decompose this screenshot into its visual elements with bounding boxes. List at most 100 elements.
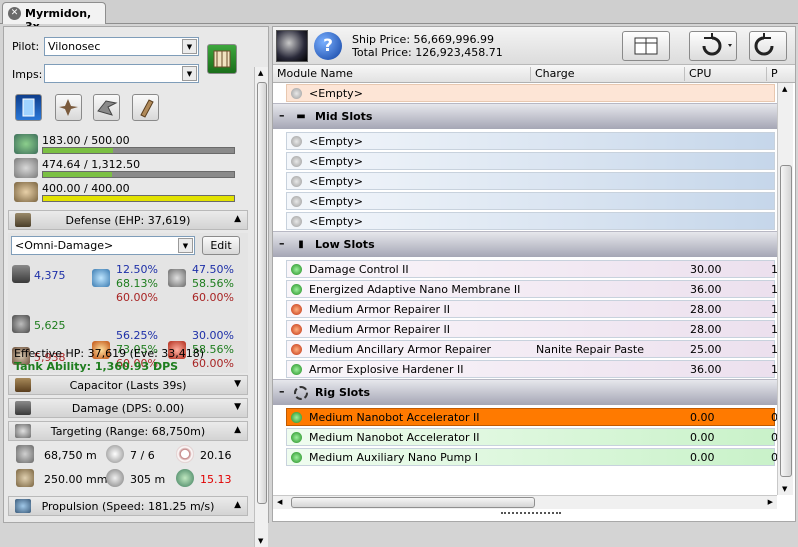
resize-grip[interactable] — [501, 512, 561, 518]
calibration-value: 400.00 / 400.00 — [42, 182, 130, 195]
table-row[interactable]: <Empty> — [286, 84, 775, 102]
empty-slot-icon — [291, 196, 302, 207]
shield-hp-icon — [12, 265, 30, 283]
collapse-icon[interactable]: – — [279, 237, 285, 250]
imps-select[interactable]: ▼ — [44, 64, 199, 83]
warp-strength: 15.13 — [200, 473, 232, 486]
scroll-left-icon[interactable]: ◀ — [277, 498, 282, 506]
ship-stats-icon — [22, 98, 35, 117]
targeting-section-header[interactable]: Targeting (Range: 68,750m) ▲ — [8, 421, 248, 441]
damage-profile-select[interactable]: <Omni-Damage> ▼ — [11, 236, 195, 255]
col-power[interactable]: P — [767, 67, 795, 81]
scroll-up-icon[interactable]: ▲ — [258, 69, 263, 77]
scrollbar-thumb[interactable] — [257, 82, 267, 504]
table-row[interactable]: Medium Nanobot Accelerator II 0.00 0 — [286, 428, 778, 446]
cpu-value: 36.00 — [690, 283, 722, 296]
module-name: <Empty> — [309, 155, 363, 168]
help-icon[interactable]: ? — [314, 32, 342, 60]
toggle-layout-button[interactable] — [622, 31, 670, 61]
table-row[interactable]: <Empty> — [286, 132, 775, 150]
empty-slot-icon — [291, 156, 302, 167]
armor-repair-icon[interactable] — [291, 344, 302, 355]
table-row[interactable]: <Empty> — [286, 212, 775, 230]
defense-title: Defense (EHP: 37,619) — [65, 214, 191, 227]
cpu-value: 28.00 — [690, 303, 722, 316]
col-module-name[interactable]: Module Name — [273, 67, 531, 81]
module-name: Medium Nanobot Accelerator II — [309, 431, 480, 444]
damage-title: Damage (DPS: 0.00) — [71, 402, 185, 415]
empty-slot-icon — [291, 216, 302, 227]
edit-profile-button[interactable]: Edit — [202, 236, 240, 255]
warp-icon — [176, 469, 194, 487]
armor-repair-icon[interactable] — [291, 324, 302, 335]
table-row[interactable]: Armor Explosive Hardener II 36.00 1 — [286, 360, 778, 378]
targeting-title: Targeting (Range: 68,750m) — [50, 425, 206, 438]
armor-repair-icon[interactable] — [291, 304, 302, 315]
shield-ki: 60.00% — [116, 291, 158, 304]
mid-slots-group[interactable]: – ▬ Mid Slots — [273, 103, 777, 129]
close-icon[interactable]: ✕ — [8, 7, 21, 20]
propulsion-section-header[interactable]: Propulsion (Speed: 181.25 m/s) ▲ — [8, 496, 248, 516]
module-online-icon[interactable] — [291, 432, 302, 443]
table-row[interactable]: Medium Armor Repairer II 28.00 1 — [286, 320, 778, 338]
effective-hp: Effective HP: 37,619 (Eve: 33,418) — [14, 347, 205, 360]
pilot-label: Pilot: — [12, 40, 40, 53]
module-list-hscrollbar[interactable]: ◀ ▶ — [273, 495, 777, 509]
module-online-icon[interactable] — [291, 452, 302, 463]
capacitor-section-header[interactable]: Capacitor (Lasts 39s) ▼ — [8, 375, 248, 395]
scroll-down-icon[interactable]: ▼ — [782, 485, 787, 493]
chevron-up-icon: ▲ — [234, 214, 241, 224]
hscrollbar-thumb[interactable] — [291, 497, 535, 508]
tab-bar: ✕ Myrmidon, 3x — [0, 0, 798, 33]
table-row[interactable]: Medium Armor Repairer II 28.00 1 — [286, 300, 778, 318]
boosters-view-button[interactable] — [132, 94, 159, 121]
module-online-icon[interactable] — [291, 364, 302, 375]
undo-button[interactable] — [689, 31, 737, 61]
table-row[interactable]: Medium Ancillary Armor Repairer Nanite Re… — [286, 340, 778, 358]
redo-button[interactable] — [749, 31, 787, 61]
table-row[interactable]: <Empty> — [286, 152, 775, 170]
col-cpu[interactable]: CPU — [685, 67, 767, 81]
table-row[interactable]: Energized Adaptive Nano Membrane II 36.00… — [286, 280, 778, 298]
fighters-view-button[interactable] — [93, 94, 120, 121]
defense-section-header[interactable]: Defense (EHP: 37,619) ▲ — [8, 210, 248, 230]
scroll-right-icon[interactable]: ▶ — [768, 498, 773, 506]
targeting-range: 68,750 m — [44, 449, 97, 462]
implant-set-button[interactable] — [207, 44, 237, 74]
left-scrollbar[interactable]: ▲ ▼ — [254, 67, 268, 547]
damage-section-header[interactable]: Damage (DPS: 0.00) ▼ — [8, 398, 248, 418]
collapse-icon[interactable]: – — [279, 385, 285, 398]
rig-slot-icon — [294, 386, 308, 400]
sensor-range: 305 m — [130, 473, 166, 486]
tab-fit[interactable]: ✕ Myrmidon, 3x — [2, 2, 106, 33]
drones-view-button[interactable] — [55, 94, 82, 121]
hull-ex: 30.00% — [192, 329, 234, 342]
table-row[interactable]: <Empty> — [286, 192, 775, 210]
rig-slots-group[interactable]: – Rig Slots — [273, 379, 777, 405]
col-charge[interactable]: Charge — [531, 67, 685, 81]
low-slots-group[interactable]: – ▮ Low Slots — [273, 231, 777, 257]
scroll-down-icon[interactable]: ▼ — [258, 537, 263, 545]
drone-icon — [59, 99, 78, 116]
scrollbar-thumb[interactable] — [780, 165, 792, 477]
module-online-icon[interactable] — [291, 412, 302, 423]
low-slots-title: Low Slots — [315, 238, 375, 251]
table-row[interactable]: Medium Nanobot Accelerator II 0.00 0 — [286, 408, 778, 426]
chevron-down-icon: ▼ — [234, 402, 241, 412]
ship-render — [276, 30, 308, 62]
module-online-icon[interactable] — [291, 284, 302, 295]
table-row[interactable]: Medium Auxiliary Nano Pump I 0.00 0 — [286, 448, 778, 466]
module-name: <Empty> — [309, 195, 363, 208]
cpu-value: 183.00 / 500.00 — [42, 134, 130, 147]
scroll-up-icon[interactable]: ▲ — [782, 85, 787, 93]
table-row[interactable]: Damage Control II 30.00 1 — [286, 260, 778, 278]
module-list-scrollbar[interactable]: ▲ ▼ — [777, 83, 793, 495]
table-row[interactable]: <Empty> — [286, 172, 775, 190]
undo-icon — [702, 33, 732, 56]
collapse-icon[interactable]: – — [279, 109, 285, 122]
stats-view-button[interactable] — [15, 94, 42, 121]
cpu-value: 28.00 — [690, 323, 722, 336]
module-online-icon[interactable] — [291, 264, 302, 275]
fit-toolbar: ? Ship Price: 56,669,996.99 Total Price:… — [273, 27, 795, 65]
pilot-select[interactable]: Vilonosec ▼ — [44, 37, 199, 56]
